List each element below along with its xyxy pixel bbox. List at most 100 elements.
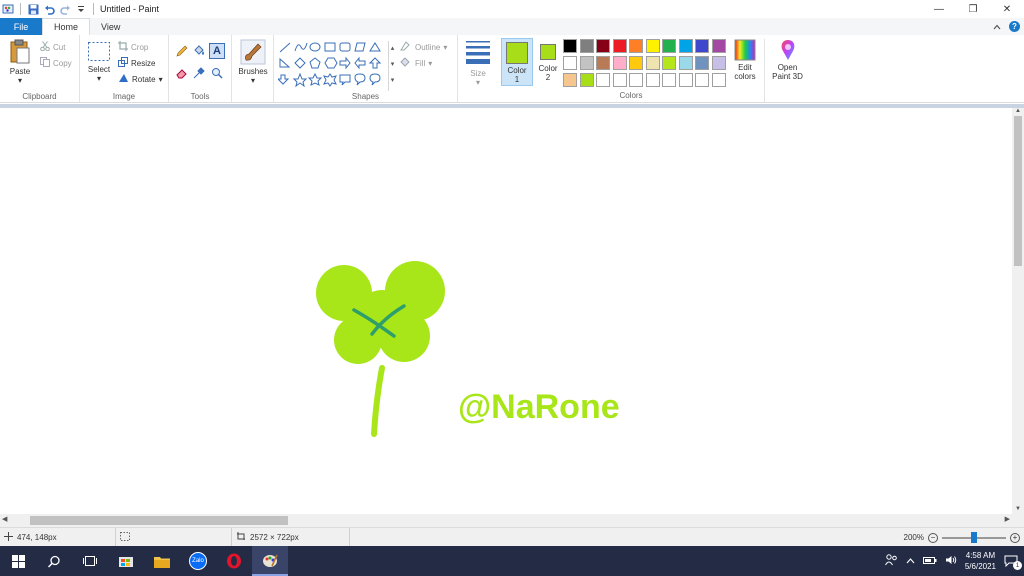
- palette-swatch[interactable]: [596, 39, 610, 53]
- taskbar-zalo[interactable]: Zalo: [180, 546, 216, 576]
- palette-swatch[interactable]: [563, 56, 577, 70]
- palette-swatch[interactable]: [695, 56, 709, 70]
- scroll-down-icon[interactable]: ▼: [1012, 506, 1024, 514]
- palette-swatch[interactable]: [711, 73, 726, 87]
- scroll-right-icon[interactable]: ▶: [1005, 515, 1010, 523]
- palette-swatch[interactable]: [645, 73, 660, 87]
- taskbar-file-explorer[interactable]: [144, 546, 180, 576]
- zoom-slider[interactable]: [942, 531, 1006, 543]
- pencil-icon[interactable]: [176, 45, 188, 59]
- palette-swatch[interactable]: [645, 56, 660, 70]
- redo-icon[interactable]: [59, 3, 71, 15]
- notifications-button[interactable]: 1: [1004, 555, 1022, 570]
- palette-swatch[interactable]: [695, 39, 709, 53]
- paint-app-icon[interactable]: [2, 3, 14, 15]
- palette-swatch[interactable]: [612, 56, 627, 70]
- open-paint3d-button[interactable]: Open Paint 3D: [764, 39, 810, 103]
- tab-view[interactable]: View: [90, 18, 131, 35]
- magnifier-icon[interactable]: [211, 67, 223, 81]
- palette-swatch[interactable]: [662, 73, 676, 87]
- palette-swatch[interactable]: [629, 56, 643, 70]
- vertical-scroll-thumb[interactable]: [1014, 116, 1022, 266]
- crop-button[interactable]: Crop: [118, 41, 148, 53]
- palette-swatch[interactable]: [563, 73, 577, 87]
- close-button[interactable]: ✕: [990, 0, 1024, 18]
- text-tool-icon[interactable]: A: [209, 43, 225, 59]
- color2-button[interactable]: Color 2: [535, 38, 561, 86]
- tab-file[interactable]: File: [0, 18, 42, 35]
- edit-colors-button[interactable]: Edit colors: [730, 39, 760, 81]
- collapse-ribbon-icon[interactable]: [993, 22, 1001, 32]
- minimize-button[interactable]: —: [922, 0, 956, 18]
- taskbar-opera[interactable]: [216, 546, 252, 576]
- size-dropdown-icon[interactable]: ▾: [460, 78, 496, 87]
- horizontal-scroll-thumb[interactable]: [30, 516, 288, 525]
- fill-button[interactable]: Fill ▾: [400, 57, 432, 69]
- volume-icon[interactable]: [945, 555, 957, 567]
- scroll-left-icon[interactable]: ◀: [2, 515, 7, 523]
- palette-swatch[interactable]: [678, 39, 693, 53]
- fill-bucket-icon[interactable]: [193, 45, 205, 59]
- people-icon[interactable]: [884, 554, 898, 568]
- palette-swatch[interactable]: [711, 56, 726, 70]
- palette-swatch[interactable]: [678, 56, 693, 70]
- select-dropdown-icon[interactable]: ▾: [86, 74, 112, 83]
- brushes-dropdown-icon[interactable]: ▾: [234, 76, 272, 85]
- zoom-out-button[interactable]: −: [928, 532, 938, 543]
- search-button[interactable]: [36, 546, 72, 576]
- vertical-scrollbar[interactable]: ▲ ▼: [1012, 108, 1024, 514]
- shapes-gallery[interactable]: [278, 41, 390, 89]
- brushes-button[interactable]: Brushes ▾: [234, 39, 272, 85]
- palette-swatch[interactable]: [662, 39, 676, 53]
- outline-dropdown-icon[interactable]: ▾: [443, 43, 447, 52]
- outline-button[interactable]: Outline ▾: [400, 41, 447, 53]
- color1-button[interactable]: Color 1: [501, 38, 533, 86]
- palette-swatch[interactable]: [695, 73, 709, 87]
- palette-swatch[interactable]: [596, 73, 610, 87]
- palette-swatch[interactable]: [662, 56, 676, 70]
- scroll-up-icon[interactable]: ▲: [1012, 108, 1024, 116]
- palette-swatch[interactable]: [678, 73, 693, 87]
- palette-swatch[interactable]: [629, 73, 643, 87]
- palette-swatch[interactable]: [596, 56, 610, 70]
- select-button[interactable]: Select ▾: [86, 41, 112, 83]
- paste-dropdown-icon[interactable]: ▾: [6, 76, 34, 85]
- horizontal-scrollbar[interactable]: ◀ ▶: [0, 514, 1012, 527]
- palette-swatch[interactable]: [579, 39, 594, 53]
- palette-swatch[interactable]: [579, 73, 594, 87]
- tab-home[interactable]: Home: [42, 18, 91, 35]
- palette-swatch[interactable]: [711, 39, 726, 53]
- undo-icon[interactable]: [43, 3, 55, 15]
- drawing-canvas[interactable]: @NaRone: [0, 108, 1012, 514]
- copy-button[interactable]: Copy: [40, 57, 72, 69]
- palette-swatch[interactable]: [612, 73, 627, 87]
- rotate-button[interactable]: Rotate ▾: [118, 73, 163, 85]
- cut-button[interactable]: Cut: [40, 41, 65, 53]
- zoom-in-button[interactable]: +: [1010, 532, 1020, 543]
- palette-swatch[interactable]: [612, 39, 627, 53]
- eraser-icon[interactable]: [176, 67, 188, 81]
- palette-swatch[interactable]: [563, 39, 577, 53]
- clock[interactable]: 4:58 AM 5/6/2021: [965, 550, 996, 572]
- taskbar-app-store[interactable]: [108, 546, 144, 576]
- palette-swatch[interactable]: [579, 56, 594, 70]
- color-picker-icon[interactable]: [193, 67, 205, 81]
- start-button[interactable]: [0, 546, 36, 576]
- resize-button[interactable]: Resize: [118, 57, 155, 69]
- show-hidden-icons-icon[interactable]: [906, 557, 915, 566]
- paste-button[interactable]: Paste ▾: [6, 39, 34, 85]
- customize-qat-icon[interactable]: [75, 3, 87, 15]
- battery-icon[interactable]: [922, 556, 937, 567]
- restore-button[interactable]: ❐: [956, 0, 990, 18]
- shapes-scroll[interactable]: ▴ ▾ ▾: [388, 41, 396, 91]
- taskbar-paint[interactable]: [252, 546, 288, 576]
- palette-swatch[interactable]: [645, 39, 660, 53]
- palette-swatch[interactable]: [629, 39, 643, 53]
- rotate-dropdown-icon[interactable]: ▾: [159, 75, 163, 84]
- size-button[interactable]: Size ▾: [460, 39, 496, 87]
- task-view-button[interactable]: [72, 546, 108, 576]
- save-icon[interactable]: [27, 3, 39, 15]
- zoom-slider-knob[interactable]: [971, 531, 977, 543]
- fill-dropdown-icon[interactable]: ▾: [428, 59, 432, 68]
- help-icon[interactable]: ?: [1009, 21, 1020, 32]
